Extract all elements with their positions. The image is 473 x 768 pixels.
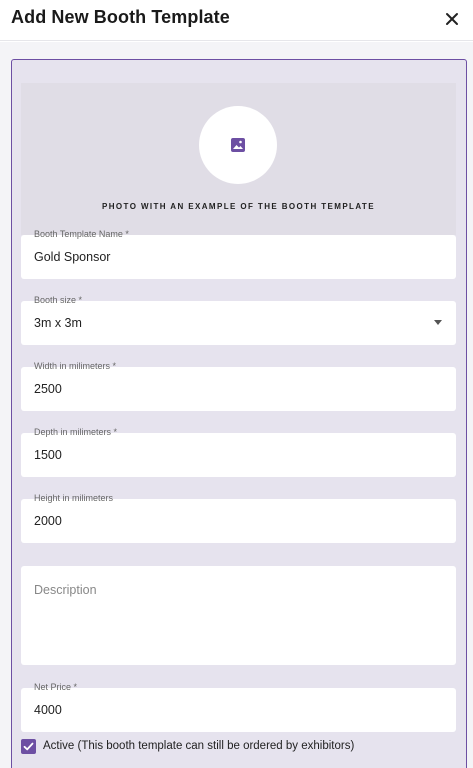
- field-value: 4000: [34, 703, 62, 717]
- field-label: Booth Template Name *: [34, 229, 129, 239]
- booth-template-name-field[interactable]: Booth Template Name * Gold Sponsor: [21, 229, 456, 279]
- field-value: 3m x 3m: [34, 316, 82, 330]
- field-value: 1500: [34, 448, 62, 462]
- field-label: Depth in milimeters *: [34, 427, 118, 437]
- dialog-header: Add New Booth Template: [0, 0, 473, 41]
- image-icon: [231, 138, 245, 152]
- dialog-title: Add New Booth Template: [11, 7, 230, 27]
- upload-photo-button[interactable]: [199, 106, 277, 184]
- chevron-down-icon[interactable]: [434, 320, 442, 325]
- active-checkbox-label[interactable]: Active (This booth template can still be…: [43, 740, 354, 752]
- field-label: Width in milimeters *: [34, 361, 117, 371]
- field-label: Booth size *: [34, 295, 83, 305]
- depth-field[interactable]: Depth in milimeters * 1500: [21, 427, 456, 477]
- field-label: Height in milimeters: [34, 493, 114, 503]
- active-checkbox[interactable]: [21, 739, 36, 754]
- field-value: Gold Sponsor: [34, 250, 111, 264]
- field-value: 2000: [34, 514, 62, 528]
- height-field[interactable]: Height in milimeters 2000: [21, 493, 456, 543]
- booth-size-select[interactable]: Booth size * 3m x 3m: [21, 295, 456, 345]
- field-label: Net Price *: [34, 682, 78, 692]
- description-textarea[interactable]: Description: [21, 566, 456, 665]
- width-field[interactable]: Width in milimeters * 2500: [21, 361, 456, 411]
- close-icon[interactable]: [441, 8, 463, 30]
- field-value: 2500: [34, 382, 62, 396]
- checkmark-icon: [23, 742, 34, 751]
- photo-upload-area[interactable]: PHOTO WITH AN EXAMPLE OF THE BOOTH TEMPL…: [21, 83, 456, 235]
- description-placeholder: Description: [34, 583, 97, 597]
- net-price-field[interactable]: Net Price * 4000: [21, 682, 456, 732]
- photo-caption: PHOTO WITH AN EXAMPLE OF THE BOOTH TEMPL…: [102, 202, 375, 211]
